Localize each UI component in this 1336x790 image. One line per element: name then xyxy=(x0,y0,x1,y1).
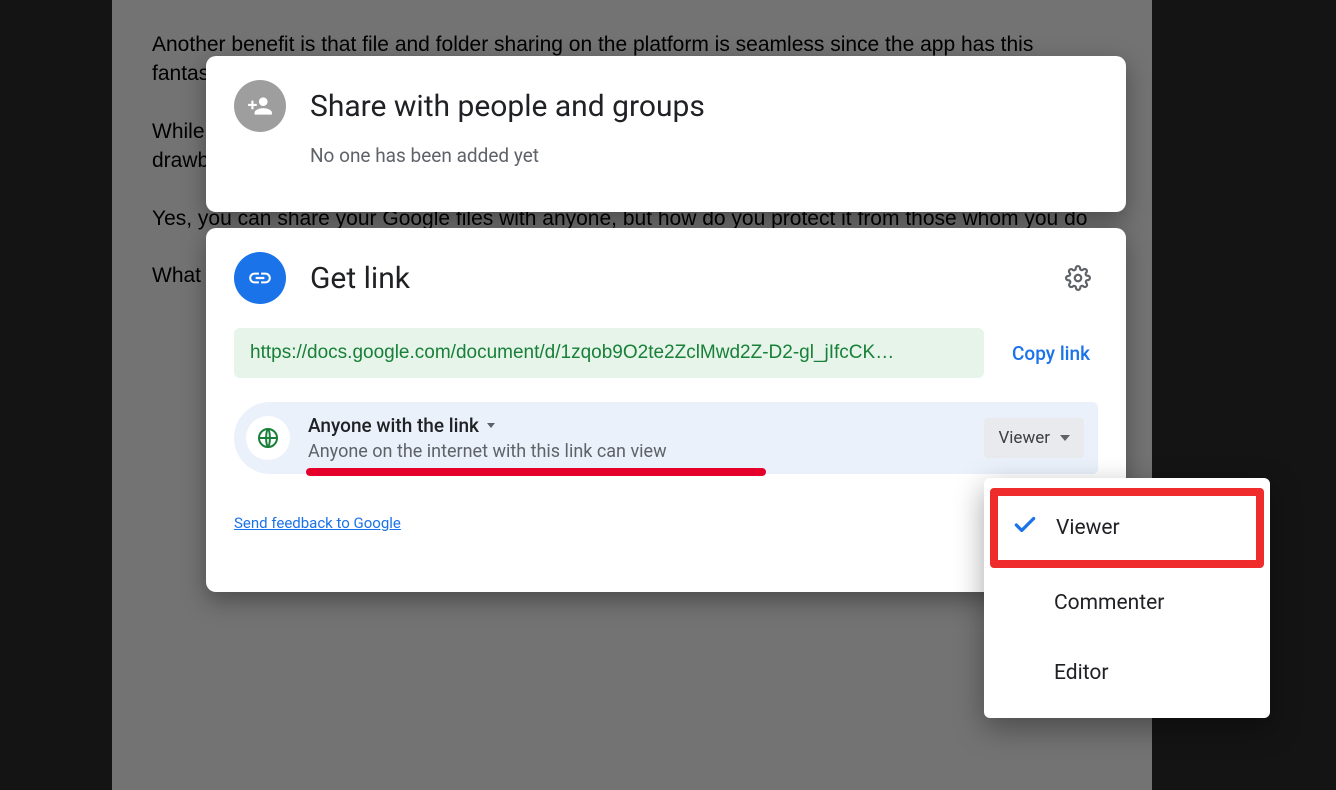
get-link-title: Get link xyxy=(310,261,410,296)
send-feedback-link[interactable]: Send feedback to Google xyxy=(234,514,401,532)
globe-icon xyxy=(246,416,290,460)
share-url-field[interactable]: https://docs.google.com/document/d/1zqob… xyxy=(234,328,984,378)
link-access-row: Anyone with the link Anyone on the inter… xyxy=(234,402,1098,474)
check-icon xyxy=(1012,512,1038,544)
role-dropdown-menu: Viewer Commenter Editor xyxy=(984,478,1270,718)
link-settings-button[interactable] xyxy=(1058,258,1098,298)
person-add-icon xyxy=(234,80,286,132)
role-selected-label: Viewer xyxy=(998,428,1050,448)
role-dropdown-button[interactable]: Viewer xyxy=(984,418,1084,458)
access-scope-dropdown[interactable]: Anyone with the link xyxy=(308,414,966,437)
access-scope-label: Anyone with the link xyxy=(308,414,479,437)
caret-down-icon xyxy=(1060,435,1070,441)
role-option-editor[interactable]: Editor xyxy=(984,638,1270,708)
copy-link-button[interactable]: Copy link xyxy=(1004,332,1098,375)
role-option-label: Commenter xyxy=(1054,591,1164,615)
annotation-underline xyxy=(306,468,766,476)
share-dialog-title: Share with people and groups xyxy=(310,89,705,124)
caret-down-icon xyxy=(487,423,495,428)
gear-icon xyxy=(1065,265,1091,291)
access-description: Anyone on the internet with this link ca… xyxy=(308,441,966,462)
role-option-label: Editor xyxy=(1054,661,1108,685)
share-people-dialog: Share with people and groups No one has … xyxy=(206,56,1126,212)
role-option-commenter[interactable]: Commenter xyxy=(984,568,1270,638)
share-dialog-subtitle: No one has been added yet xyxy=(310,144,1098,167)
role-option-viewer[interactable]: Viewer xyxy=(990,488,1264,568)
role-option-label: Viewer xyxy=(1056,516,1120,540)
link-icon xyxy=(234,252,286,304)
